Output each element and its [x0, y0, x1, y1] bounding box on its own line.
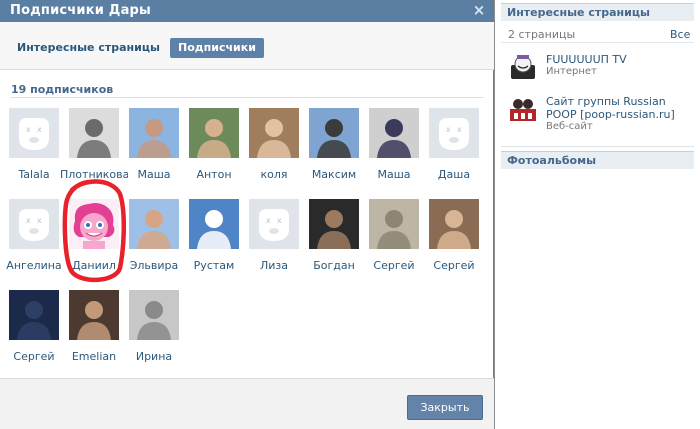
follower-name[interactable]: Маша: [120, 168, 188, 181]
divider: [10, 97, 484, 98]
avatar[interactable]: [309, 199, 359, 249]
avatar[interactable]: [129, 108, 179, 158]
follower-name[interactable]: Богдан: [300, 259, 368, 272]
avatar[interactable]: [69, 199, 119, 249]
divider: [501, 146, 694, 147]
follower-name[interactable]: Сергей: [360, 259, 428, 272]
divider: [501, 42, 694, 43]
follower-card[interactable]: Сергей: [364, 197, 424, 287]
page-title[interactable]: Сайт группы Russian POOP [poop-russian.r…: [546, 95, 696, 121]
close-icon[interactable]: ×: [472, 2, 486, 18]
follower-card[interactable]: Максим: [304, 106, 364, 196]
right-panel: Интересные страницы 2 страницы Все FUUUU…: [495, 0, 700, 429]
modal-footer: Закрыть: [0, 378, 494, 429]
avatar[interactable]: [69, 290, 119, 340]
follower-name[interactable]: коля: [240, 168, 308, 181]
rage-face-icon: [508, 53, 538, 83]
photo-albums-header[interactable]: Фотоальбомы: [501, 151, 694, 169]
screenshot: Подписчики Дары × Интересные страницы По…: [0, 0, 700, 429]
svg-text:x: x: [26, 125, 31, 134]
svg-text:x: x: [277, 216, 282, 225]
follower-name[interactable]: Emelian: [60, 350, 128, 363]
default-avatar-icon[interactable]: xx: [429, 108, 479, 158]
avatar[interactable]: [189, 108, 239, 158]
follower-card[interactable]: коля: [244, 106, 304, 196]
follower-name[interactable]: Плотникова: [60, 168, 128, 181]
follower-card[interactable]: Маша: [364, 106, 424, 196]
follower-name[interactable]: Рустам: [180, 259, 248, 272]
avatar[interactable]: [369, 199, 419, 249]
follower-card[interactable]: x x Ангелина: [4, 197, 64, 287]
follower-card[interactable]: Плотникова: [60, 106, 128, 196]
follower-card[interactable]: Emelian: [64, 288, 124, 378]
follower-card[interactable]: Ирина: [124, 288, 184, 378]
close-button[interactable]: Закрыть: [407, 395, 483, 420]
interesting-pages-title: Интересные страницы: [507, 6, 650, 19]
follower-name[interactable]: Ангелина: [0, 259, 68, 272]
follower-card[interactable]: x x Talala: [4, 106, 64, 196]
svg-text:x: x: [457, 125, 462, 134]
avatar[interactable]: [189, 199, 239, 249]
follower-name[interactable]: Talala: [0, 168, 68, 181]
avatar[interactable]: [429, 199, 479, 249]
follower-name[interactable]: Даша: [420, 168, 488, 181]
avatar[interactable]: [129, 290, 179, 340]
svg-text:x: x: [266, 216, 271, 225]
follower-card[interactable]: Рустам: [184, 197, 244, 287]
follower-card[interactable]: x x Даша: [424, 106, 484, 196]
follower-name[interactable]: Сергей: [0, 350, 68, 363]
avatar[interactable]: [369, 108, 419, 158]
follower-name[interactable]: Лиза: [240, 259, 308, 272]
avatar[interactable]: [249, 108, 299, 158]
follower-name[interactable]: Ирина: [120, 350, 188, 363]
follower-name[interactable]: Эльвира: [120, 259, 188, 272]
follower-name[interactable]: Максим: [300, 168, 368, 181]
follower-card[interactable]: Эльвира: [124, 197, 184, 287]
follower-card[interactable]: Сергей: [4, 288, 64, 378]
follower-card[interactable]: Сергей: [424, 197, 484, 287]
follower-card[interactable]: Антон: [184, 106, 244, 196]
avatar[interactable]: [9, 290, 59, 340]
page-subtitle: Веб-сайт: [546, 121, 593, 132]
tab-interesting-pages[interactable]: Интересные страницы: [17, 38, 160, 58]
follower-name[interactable]: Антон: [180, 168, 248, 181]
default-avatar-icon[interactable]: xx: [9, 108, 59, 158]
page-subtitle: Интернет: [546, 66, 597, 77]
interesting-pages-header[interactable]: Интересные страницы: [501, 3, 694, 21]
followers-count: 19 подписчиков: [11, 83, 114, 96]
follower-card[interactable]: x x Лиза: [244, 197, 304, 287]
svg-text:x: x: [446, 125, 451, 134]
modal-header: Подписчики Дары ×: [0, 0, 494, 22]
default-avatar-icon[interactable]: xx: [9, 199, 59, 249]
modal-title: Подписчики Дары: [10, 3, 152, 18]
all-pages-link[interactable]: Все: [670, 28, 690, 41]
svg-text:x: x: [26, 216, 31, 225]
follower-name[interactable]: Даниил: [60, 259, 128, 272]
follower-card[interactable]: Богдан: [304, 197, 364, 287]
interesting-pages-count: 2 страницы: [508, 28, 576, 41]
follower-name[interactable]: Сергей: [420, 259, 488, 272]
tab-bar: Интересные страницы Подписчики: [0, 22, 494, 70]
avatar[interactable]: [129, 199, 179, 249]
page-title[interactable]: FUUUUUUП TV: [546, 53, 696, 66]
follower-card[interactable]: Даниил: [64, 197, 124, 287]
followers-modal: Подписчики Дары × Интересные страницы По…: [0, 0, 494, 429]
avatar[interactable]: [309, 108, 359, 158]
default-avatar-icon[interactable]: xx: [249, 199, 299, 249]
photo-albums-title: Фотоальбомы: [507, 154, 597, 167]
avatar[interactable]: [69, 108, 119, 158]
follower-name[interactable]: Маша: [360, 168, 428, 181]
follower-card[interactable]: Маша: [124, 106, 184, 196]
svg-text:x: x: [37, 125, 42, 134]
svg-text:x: x: [37, 216, 42, 225]
band-logo-icon: [508, 95, 538, 125]
tab-followers[interactable]: Подписчики: [170, 38, 264, 58]
